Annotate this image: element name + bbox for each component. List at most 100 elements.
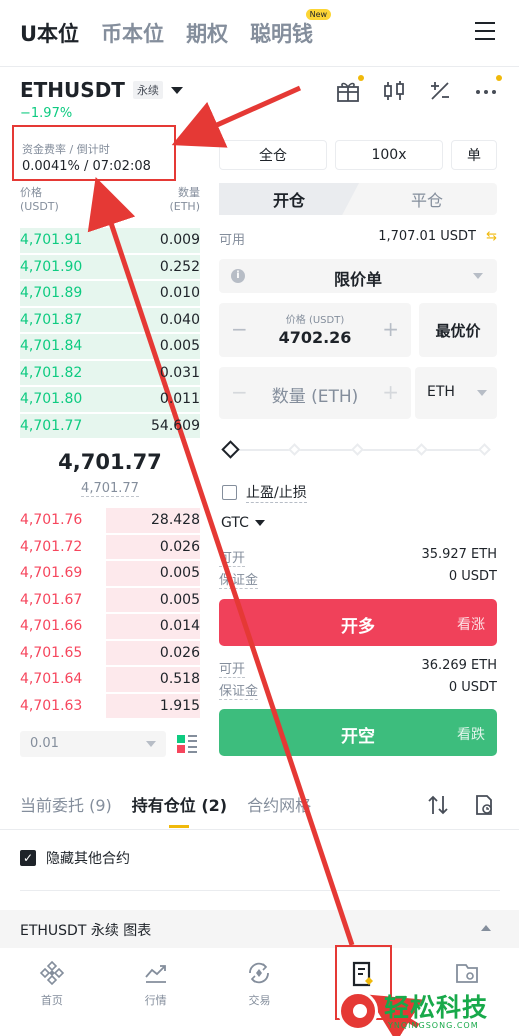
long-max-open: 可开 35.927 ETH — [219, 547, 497, 567]
ask-qty: 0.010 — [159, 285, 200, 302]
nav-trade[interactable]: 交易 — [208, 948, 312, 1036]
quantity-slider[interactable] — [221, 440, 491, 460]
orderbook-bids: 4,701.76 28.428 4,701.72 0.026 4,701.69 0.005… — [20, 507, 200, 719]
symbol-name: ETHUSDT — [20, 78, 125, 102]
quantity-input[interactable]: − 数量 (ETH) + — [219, 367, 411, 419]
max-open-value: 35.927 ETH — [421, 547, 497, 562]
bid-price: 4,701.63 — [20, 697, 83, 714]
quantity-unit-value: ETH — [427, 384, 455, 400]
chart-toggle-bar[interactable]: ETHUSDT 永续 图表 — [0, 910, 519, 948]
margin-mode-button[interactable]: 全仓 — [219, 140, 327, 170]
symbol-selector[interactable]: ETHUSDT 永续 — [20, 78, 183, 102]
tab-options[interactable]: 期权 — [186, 18, 228, 48]
calculator-icon[interactable] — [427, 78, 453, 104]
price-increment-button[interactable]: + — [382, 317, 399, 341]
nav-markets[interactable]: 行情 — [104, 948, 208, 1036]
bid-qty: 0.518 — [159, 671, 200, 688]
sort-icon[interactable] — [427, 794, 449, 820]
transfer-icon[interactable]: ⇆ — [486, 229, 497, 244]
available-balance: 可用 1,707.01 USDT ⇆ — [219, 229, 497, 248]
menu-icon[interactable] — [475, 22, 495, 40]
bid-row[interactable]: 4,701.65 0.026 — [20, 640, 200, 667]
margin-value: 0 USDT — [448, 680, 497, 695]
leverage-button[interactable]: 100x — [335, 140, 443, 170]
slider-tick[interactable] — [478, 443, 491, 456]
hide-other-label: 隐藏其他合约 — [46, 851, 130, 867]
tab-usdm[interactable]: U本位 — [20, 18, 79, 48]
orderbook-view-icon[interactable] — [176, 733, 198, 755]
open-long-button[interactable]: 开多 看涨 — [219, 599, 497, 646]
tab-open-orders[interactable]: 当前委托 (9) — [20, 792, 112, 822]
watermark-icon — [338, 991, 378, 1031]
wallet-icon — [456, 964, 478, 983]
tab-positions[interactable]: 持有仓位 (2) — [132, 792, 227, 828]
home-icon — [39, 960, 65, 986]
ask-row[interactable]: 4,701.80 0.011 — [20, 386, 200, 413]
bid-row[interactable]: 4,701.67 0.005 — [20, 587, 200, 614]
nav-home[interactable]: 首页 — [0, 948, 104, 1036]
checkbox-checked[interactable]: ✓ — [20, 850, 36, 866]
ask-row[interactable]: 4,701.89 0.010 — [20, 280, 200, 307]
candlestick-icon[interactable] — [381, 78, 407, 104]
ask-row[interactable]: 4,701.84 0.005 — [20, 333, 200, 360]
bid-row[interactable]: 4,701.72 0.026 — [20, 534, 200, 561]
markets-icon — [145, 965, 166, 983]
position-mode-button[interactable]: 单 — [451, 140, 497, 170]
orderbook-asks: 4,701.91 0.009 4,701.90 0.252 4,701.89 0.010 4… — [20, 227, 200, 439]
mark-price-value: 4,701.77 — [81, 481, 139, 497]
ask-row[interactable]: 4,701.91 0.009 — [20, 227, 200, 254]
available-label: 可用 — [219, 233, 246, 248]
slider-tick[interactable] — [288, 443, 301, 456]
header-icons — [335, 75, 502, 104]
bid-price: 4,701.69 — [20, 565, 83, 582]
ask-qty: 54.609 — [151, 417, 200, 434]
ask-row[interactable]: 4,701.82 0.031 — [20, 360, 200, 387]
tpsl-checkbox[interactable]: 止盈/止损 — [222, 482, 307, 503]
tif-value: GTC — [221, 515, 249, 531]
ask-price: 4,701.89 — [20, 285, 83, 302]
slider-tick[interactable] — [351, 443, 364, 456]
ask-row[interactable]: 4,701.77 54.609 — [20, 413, 200, 440]
best-price-button[interactable]: 最优价 — [419, 303, 497, 357]
tab-coinm[interactable]: 币本位 — [101, 18, 164, 48]
history-icon[interactable] — [473, 794, 495, 820]
bid-row[interactable]: 4,701.66 0.014 — [20, 613, 200, 640]
bid-row[interactable]: 4,701.64 0.518 — [20, 666, 200, 693]
funding-rate-box: 资金费率 / 倒计时 0.0041% / 07:02:08 — [12, 125, 176, 181]
ask-qty: 0.040 — [159, 311, 200, 328]
precision-select[interactable]: 0.01 — [20, 731, 166, 757]
ask-price: 4,701.91 — [20, 232, 83, 249]
quantity-unit-select[interactable]: ETH — [415, 367, 497, 419]
caret-down-icon — [254, 520, 265, 526]
open-short-button[interactable]: 开空 看跌 — [219, 709, 497, 756]
nav-home-label: 首页 — [40, 994, 63, 1007]
tab-smart-money[interactable]: 聪明钱 New — [250, 9, 332, 48]
ask-price: 4,701.80 — [20, 391, 83, 408]
trade-icon — [249, 962, 270, 984]
checkbox[interactable] — [222, 485, 237, 500]
bid-row[interactable]: 4,701.69 0.005 — [20, 560, 200, 587]
bid-row[interactable]: 4,701.76 28.428 — [20, 507, 200, 534]
gift-icon[interactable] — [335, 75, 364, 104]
ask-row[interactable]: 4,701.90 0.252 — [20, 254, 200, 281]
order-type-select[interactable]: i 限价单 — [219, 259, 497, 293]
tab-grid[interactable]: 合约网格 — [247, 792, 311, 822]
time-in-force-select[interactable]: GTC — [221, 515, 265, 531]
hide-other-contracts-checkbox[interactable]: ✓ 隐藏其他合约 — [20, 848, 130, 868]
funding-value: 0.0041% / 07:02:08 — [22, 159, 151, 174]
tab-close[interactable]: 平仓 — [357, 183, 497, 215]
more-icon[interactable] — [473, 75, 502, 104]
slider-handle[interactable] — [221, 440, 240, 459]
slider-tick[interactable] — [415, 443, 428, 456]
bid-price: 4,701.66 — [20, 618, 83, 635]
bullish-label: 看涨 — [457, 617, 485, 633]
ask-row[interactable]: 4,701.87 0.040 — [20, 307, 200, 334]
order-type-value: 限价单 — [333, 270, 382, 289]
bid-row[interactable]: 4,701.63 1.915 — [20, 693, 200, 720]
margin-value: 0 USDT — [448, 569, 497, 584]
new-badge: New — [305, 9, 332, 20]
available-value: 1,707.01 USDT — [378, 229, 476, 244]
price-input[interactable]: − 价格 (USDT) 4702.26 + — [219, 303, 411, 357]
qty-increment-button[interactable]: + — [382, 380, 399, 404]
tab-open[interactable]: 开仓 — [219, 183, 359, 215]
